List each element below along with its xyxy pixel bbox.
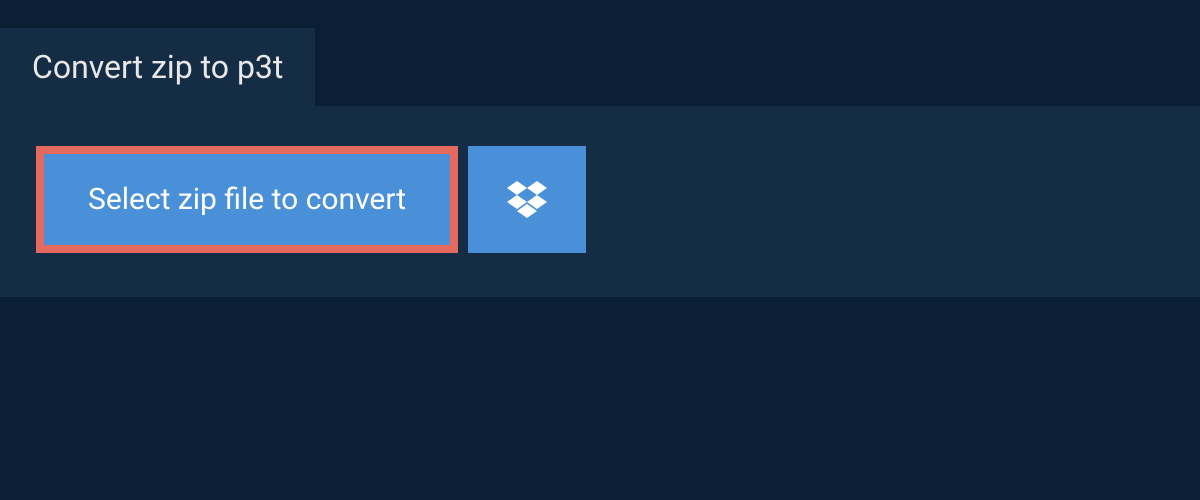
dropbox-button[interactable] — [468, 146, 586, 253]
select-file-label: Select zip file to convert — [88, 182, 406, 217]
upload-panel: Select zip file to convert — [0, 106, 1200, 297]
button-row: Select zip file to convert — [36, 146, 1164, 253]
page-title: Convert zip to p3t — [32, 48, 283, 86]
tab-header: Convert zip to p3t — [0, 28, 315, 106]
dropbox-icon — [507, 180, 547, 220]
select-file-button[interactable]: Select zip file to convert — [36, 146, 458, 253]
